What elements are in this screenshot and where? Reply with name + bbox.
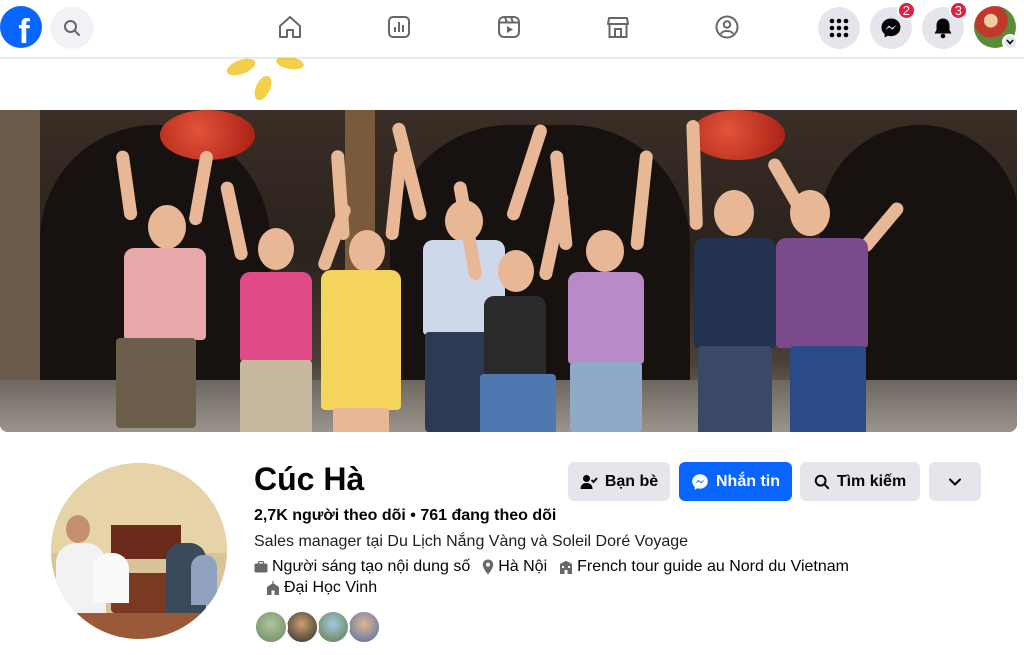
dashboard-icon <box>388 16 410 38</box>
message-button[interactable]: Nhắn tin <box>679 462 792 501</box>
profile-picture[interactable] <box>47 459 231 643</box>
notifications-button[interactable]: 3 <box>922 1 968 49</box>
search-button[interactable] <box>50 7 94 49</box>
location-pin-icon <box>483 559 494 575</box>
search-profile-button-label: Tìm kiếm <box>836 472 907 490</box>
facebook-logo[interactable]: f <box>0 6 42 48</box>
education[interactable]: Đại Học Vinh <box>266 579 377 597</box>
nav-dashboard[interactable] <box>384 12 414 42</box>
notifications-badge: 3 <box>948 1 968 20</box>
creator-category-label: Người sáng tạo nội dung số <box>272 558 471 575</box>
more-options-button[interactable] <box>929 462 981 501</box>
search-icon <box>64 20 80 36</box>
cover-photo[interactable] <box>0 110 1017 432</box>
home-icon <box>279 16 301 38</box>
workplace-label: French tour guide au Nord du Vietnam <box>577 558 849 575</box>
messenger-badge: 2 <box>896 1 916 20</box>
workplace[interactable]: French tour guide au Nord du Vietnam <box>559 558 849 576</box>
profile-details-row: Người sáng tạo nội dung số Hà Nội French… <box>254 558 861 576</box>
cover-decoration-strip <box>0 57 1024 110</box>
nav-home[interactable] <box>275 12 305 42</box>
creator-category: Người sáng tạo nội dung số <box>254 558 470 576</box>
search-profile-button[interactable]: Tìm kiếm <box>800 462 920 501</box>
messenger-button[interactable]: 2 <box>870 1 916 49</box>
facebook-logo-letter: f <box>18 12 30 49</box>
friends-button-label: Bạn bè <box>604 472 659 490</box>
account-avatar[interactable] <box>974 6 1018 50</box>
location[interactable]: Hà Nội <box>482 558 547 576</box>
school-icon <box>267 580 279 595</box>
friend-avatar[interactable] <box>347 610 381 644</box>
profile-photo-person <box>191 555 217 605</box>
red-lantern <box>690 110 785 160</box>
friend-avatar[interactable] <box>285 610 319 644</box>
search-icon <box>814 474 830 489</box>
reels-icon <box>498 16 520 38</box>
decoration-petal <box>224 57 258 79</box>
decoration-petal <box>275 57 305 72</box>
decoration-petal <box>251 73 275 103</box>
account-menu-chevron[interactable] <box>1002 34 1018 50</box>
profile-name: Cúc Hà <box>254 461 365 497</box>
marketplace-icon <box>607 17 629 38</box>
menu-button[interactable] <box>818 7 860 49</box>
nav-reels[interactable] <box>494 12 524 42</box>
location-label: Hà Nội <box>498 558 548 575</box>
education-label: Đại Học Vinh <box>284 579 378 596</box>
profile-bio: Sales manager tại Du Lịch Nắng Vàng và S… <box>254 533 689 550</box>
chevron-down-icon <box>949 478 961 485</box>
profile-education-row: Đại Học Vinh <box>266 579 389 597</box>
groups-icon <box>715 15 739 39</box>
grid-menu-icon <box>829 18 849 38</box>
bell-icon <box>934 18 952 39</box>
message-button-label: Nhắn tin <box>716 472 780 490</box>
profile-photo-person <box>66 515 90 543</box>
profile-photo-floor <box>51 613 227 639</box>
messenger-icon <box>881 18 901 38</box>
messenger-icon <box>692 473 708 490</box>
top-nav-bar: f 2 3 <box>0 0 1024 58</box>
friend-avatar[interactable] <box>316 610 350 644</box>
chevron-down-icon <box>1006 39 1014 45</box>
friend-avatar[interactable] <box>254 610 288 644</box>
briefcase-icon <box>254 561 268 573</box>
friends-button[interactable]: Bạn bè <box>568 462 670 501</box>
nav-groups[interactable] <box>712 12 742 42</box>
nav-marketplace[interactable] <box>603 12 633 42</box>
followers-count[interactable]: 2,7K người theo dõi • 761 đang theo dõi <box>254 507 556 525</box>
profile-photo-person <box>93 553 129 603</box>
person-check-icon <box>580 474 598 489</box>
building-icon <box>560 560 573 574</box>
